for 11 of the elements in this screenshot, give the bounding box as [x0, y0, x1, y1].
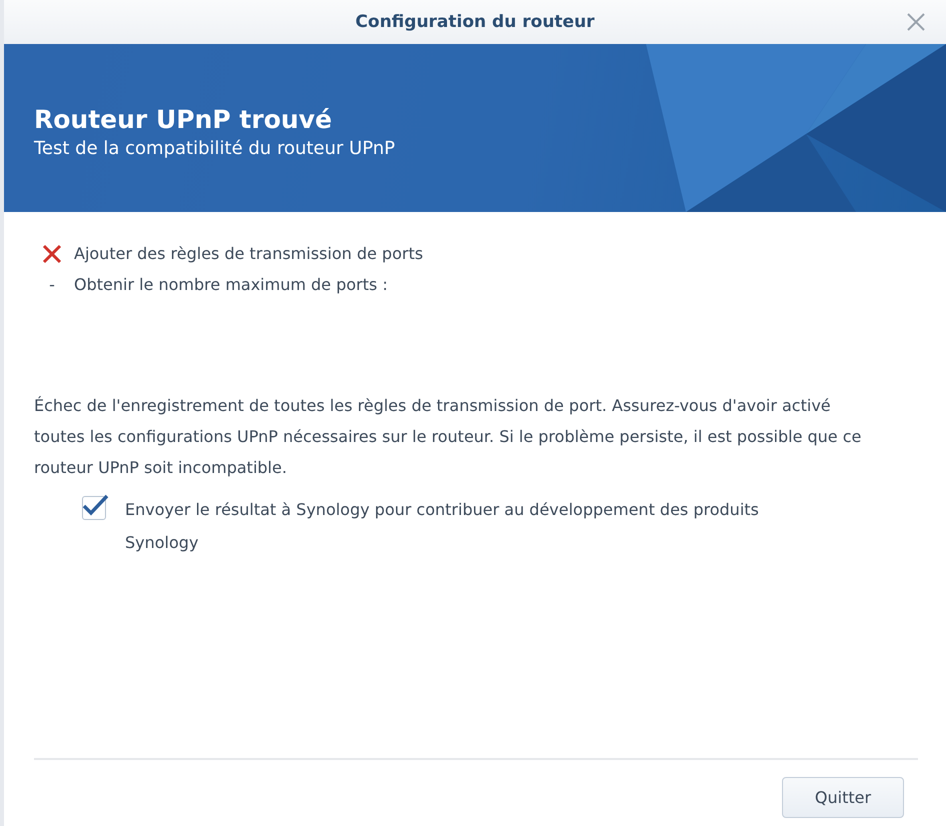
quit-button[interactable]: Quitter: [782, 776, 904, 818]
checkbox-label: Envoyer le résultat à Synology pour contribuer au développement des produits Synology: [125, 499, 760, 554]
banner-subtitle: Test de la compatibilité du routeur UPnP: [34, 138, 396, 159]
checkbox[interactable]: [82, 496, 106, 520]
error-message: Échec de l'enregistrement de toutes les règles de transmission de port. Assurez-vous d'avoir activé toutes les configurations UPnP nécessaires sur le routeur. Si le problème persiste, il est possible que ce routeur UPnP soit incompatible.: [34, 395, 862, 479]
dash-marker: -: [49, 275, 55, 294]
step-label: Obtenir le nombre maximum de ports :: [74, 275, 388, 294]
cross-icon: [42, 244, 62, 264]
step-label: Ajouter des règles de transmission de ports: [74, 244, 424, 263]
window-title: Configuration du routeur: [355, 12, 595, 32]
banner-title: Routeur UPnP trouvé: [34, 105, 333, 134]
